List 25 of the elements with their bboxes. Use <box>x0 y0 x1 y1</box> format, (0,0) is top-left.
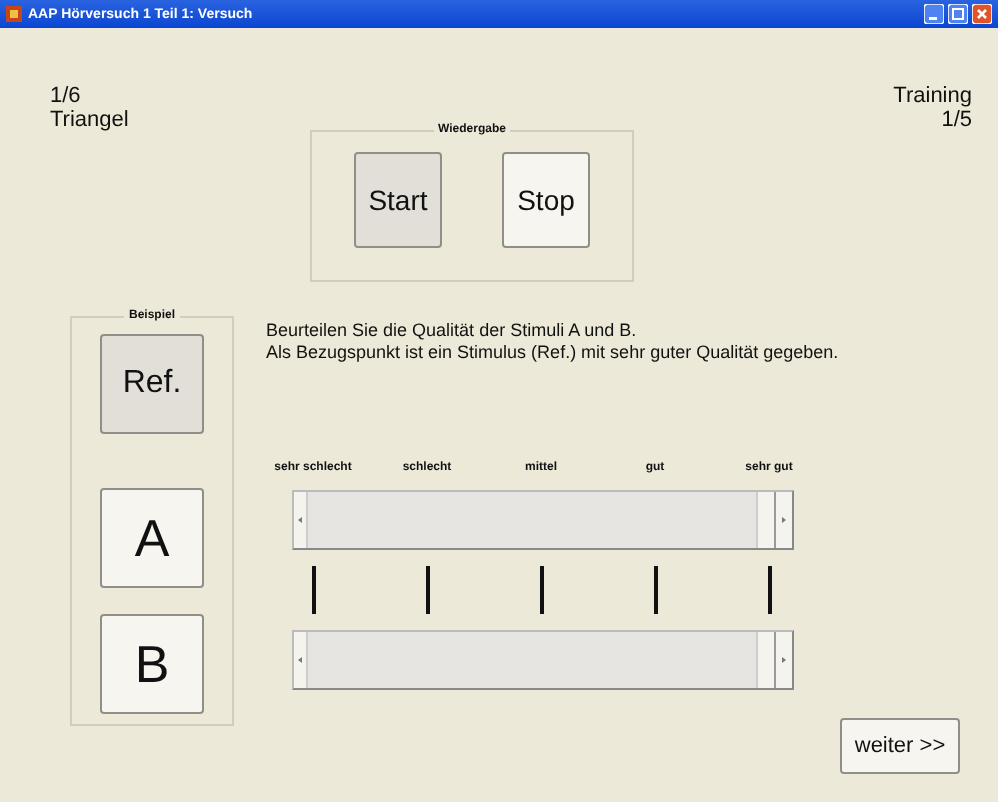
playback-button[interactable]: Stop <box>502 152 590 248</box>
slider-thumb[interactable] <box>756 632 774 688</box>
close-icon[interactable] <box>972 4 992 24</box>
rating-slider[interactable] <box>292 490 794 550</box>
stimulus-button[interactable]: B <box>100 614 204 714</box>
slider-thumb[interactable] <box>756 492 774 548</box>
scale-tick <box>653 566 657 614</box>
instruction-text: Als Bezugspunkt ist ein Stimulus (Ref.) mit sehr guter Qualität gegeben. <box>266 342 841 364</box>
item-name: Triangel <box>50 108 131 132</box>
trial-counter: 1/5 <box>941 108 972 132</box>
instruction-text: Beurteilen Sie die Qualität der Stimuli A und B. <box>266 320 639 342</box>
rating-slider[interactable] <box>292 630 794 690</box>
scale-tick <box>539 566 543 614</box>
app-icon <box>6 6 22 22</box>
scale-tick <box>425 566 429 614</box>
stimulus-button[interactable]: Ref. <box>100 334 204 434</box>
scale-tick <box>767 566 771 614</box>
maximize-icon[interactable] <box>948 4 968 24</box>
stimulus-button[interactable]: A <box>100 488 204 588</box>
minimize-icon[interactable] <box>924 4 944 24</box>
playback-button[interactable]: Start <box>354 152 442 248</box>
next-button[interactable]: weiter >> <box>840 718 960 774</box>
mode-label: Training <box>893 84 972 108</box>
item-counter: 1/6 <box>50 84 83 108</box>
scale-tick <box>311 566 315 614</box>
